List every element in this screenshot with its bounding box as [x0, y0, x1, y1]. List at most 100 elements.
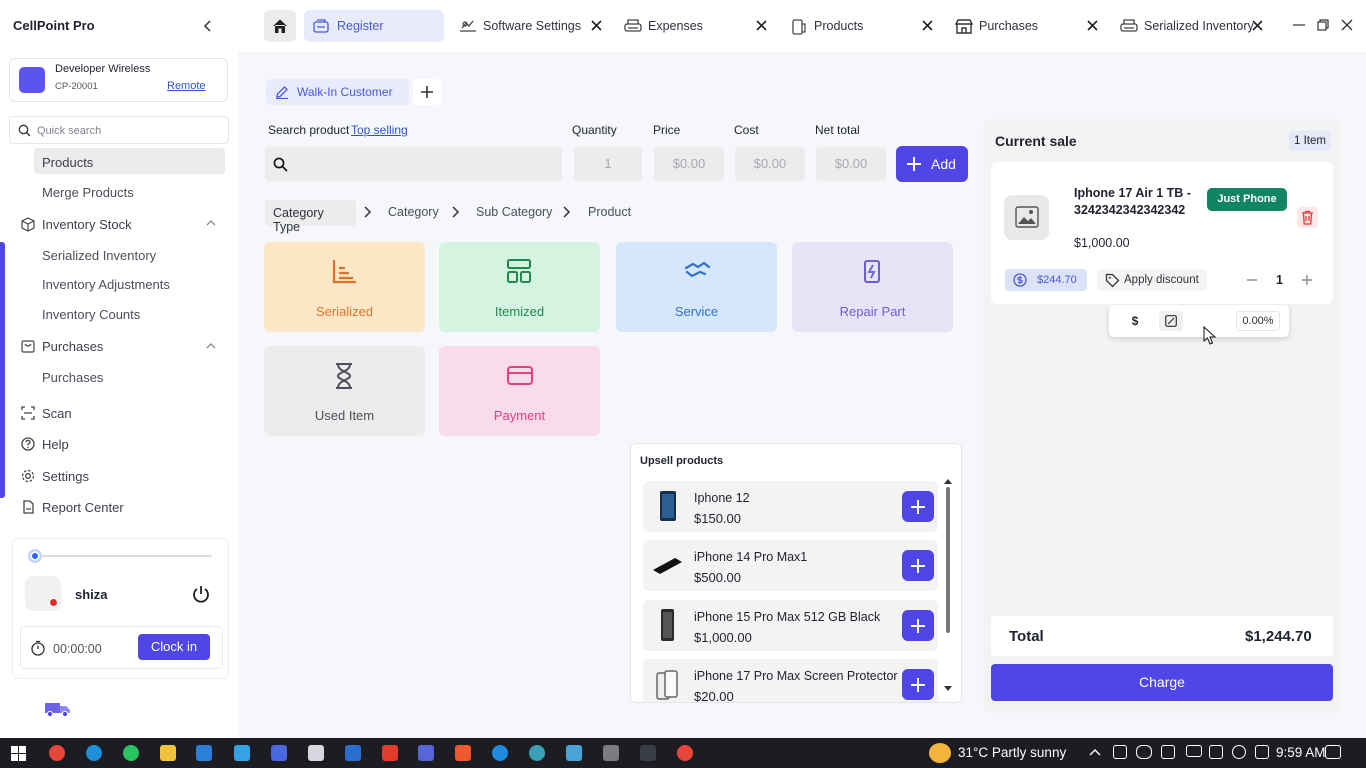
volume-icon[interactable] [1232, 745, 1246, 759]
scrollbar-thumb[interactable] [946, 487, 950, 633]
chevron-up-icon[interactable] [206, 342, 216, 350]
sidebar-group-inventory-stock[interactable]: Inventory Stock [20, 216, 220, 234]
close-icon[interactable] [922, 20, 933, 31]
teams-icon[interactable] [418, 745, 434, 761]
app-icon[interactable] [640, 745, 656, 761]
breadcrumb-product[interactable]: Product [588, 205, 631, 219]
sidebar-item-settings[interactable]: Settings [20, 468, 220, 486]
discount-percent-input[interactable]: 0.00% [1236, 311, 1280, 331]
remote-app-icon[interactable] [271, 745, 287, 761]
tray-icon[interactable] [1161, 745, 1175, 759]
file-explorer-icon[interactable] [160, 745, 176, 761]
add-upsell-button[interactable] [902, 550, 934, 581]
sidebar-item-report-center[interactable]: Report Center [20, 499, 220, 517]
scroll-up-icon[interactable] [944, 478, 952, 484]
tile-payment[interactable]: Payment [439, 346, 600, 436]
tile-serialized[interactable]: Serialized [264, 242, 425, 332]
home-button[interactable] [264, 10, 296, 42]
close-icon[interactable] [591, 20, 602, 31]
collapse-sidebar-icon[interactable] [200, 18, 216, 34]
add-button[interactable]: Add [896, 146, 968, 182]
clock-time[interactable]: 9:59 AM [1276, 745, 1326, 760]
list-item[interactable]: iPhone 15 Pro Max 512 GB Black $1,000.00 [643, 600, 938, 651]
app-icon[interactable] [382, 745, 398, 761]
close-icon[interactable] [756, 20, 767, 31]
weather-text[interactable]: 31°C Partly sunny [958, 745, 1066, 760]
brave-icon[interactable] [455, 745, 471, 761]
tab-register[interactable]: Register [304, 10, 444, 42]
chrome-icon[interactable] [677, 745, 693, 761]
tile-service[interactable]: Service [616, 242, 777, 332]
window-close-icon[interactable] [1341, 19, 1353, 31]
top-selling-link[interactable]: Top selling [351, 123, 408, 137]
product-search-input[interactable] [265, 147, 562, 181]
add-customer-button[interactable] [413, 79, 441, 105]
breadcrumb-category[interactable]: Category [388, 205, 439, 219]
whatsapp-icon[interactable] [123, 745, 139, 761]
power-icon[interactable] [191, 584, 211, 604]
sidebar-item-scan[interactable]: Scan [20, 405, 220, 423]
list-item[interactable]: Iphone 12 $150.00 [643, 481, 938, 532]
add-upsell-button[interactable] [902, 610, 934, 641]
scroll-down-icon[interactable] [944, 686, 952, 692]
tax-amount-badge[interactable]: $244.70 [1005, 269, 1087, 291]
chevron-up-icon[interactable] [206, 219, 216, 227]
breadcrumb-category-type[interactable]: Category Type [265, 200, 356, 234]
add-upsell-button[interactable] [902, 491, 934, 522]
dollar-discount-toggle[interactable]: $ [1122, 311, 1148, 331]
chrome-icon[interactable] [49, 745, 65, 761]
sidebar-item-merge-products[interactable]: Merge Products [34, 178, 225, 204]
tab-expenses[interactable]: Expenses [615, 10, 775, 42]
calculator-icon[interactable] [603, 745, 619, 761]
sidebar-item-purchases[interactable]: Purchases [34, 363, 225, 389]
edge-icon[interactable] [86, 745, 102, 761]
net-total-field[interactable]: $0.00 [816, 147, 886, 181]
close-icon[interactable] [1087, 20, 1098, 31]
minus-icon[interactable] [1244, 272, 1260, 288]
minimize-icon[interactable] [1293, 20, 1305, 30]
status-slider-knob[interactable] [28, 549, 42, 563]
breadcrumb-sub-category[interactable]: Sub Category [476, 205, 552, 219]
sidebar-item-inventory-adjustments[interactable]: Inventory Adjustments [34, 270, 225, 296]
delivery-truck-icon[interactable] [43, 699, 73, 719]
restore-icon[interactable] [1317, 19, 1329, 31]
list-item[interactable]: iPhone 17 Pro Max Screen Protector $20.0… [643, 659, 938, 702]
tile-used-item[interactable]: Used Item [264, 346, 425, 436]
tray-icon[interactable] [1113, 745, 1127, 759]
tab-serialized-inventory[interactable]: Serialized Inventory [1111, 10, 1271, 42]
battery-icon[interactable] [1186, 745, 1202, 757]
quantity-field[interactable]: 1 [574, 147, 642, 181]
add-upsell-button[interactable] [902, 669, 934, 700]
language-icon[interactable] [1255, 745, 1269, 759]
list-item[interactable]: iPhone 14 Pro Max1 $500.00 [643, 540, 938, 591]
sidebar-item-serialized-inventory[interactable]: Serialized Inventory [34, 241, 225, 267]
sidebar-group-purchases[interactable]: Purchases [20, 338, 220, 356]
tab-products[interactable]: Products [781, 10, 941, 42]
apply-discount-button[interactable]: Apply discount [1097, 269, 1207, 291]
quick-search-input[interactable]: Quick search [9, 116, 229, 144]
app-icon[interactable] [529, 745, 545, 761]
sidebar-item-products[interactable]: Products [34, 148, 225, 174]
clock-in-button[interactable]: Clock in [138, 634, 210, 660]
app-icon[interactable] [492, 745, 508, 761]
notepad-icon[interactable] [566, 745, 582, 761]
status-slider-track[interactable] [30, 555, 212, 557]
sidebar-item-inventory-counts[interactable]: Inventory Counts [34, 300, 225, 326]
item-type-badge[interactable]: Just Phone [1207, 188, 1287, 211]
percent-discount-toggle[interactable] [1159, 311, 1183, 331]
tile-itemized[interactable]: Itemized [439, 242, 600, 332]
snipping-tool-icon[interactable] [234, 745, 250, 761]
windows-start-icon[interactable] [11, 746, 26, 761]
tab-software-settings[interactable]: Software Settings [450, 10, 610, 42]
charge-button[interactable]: Charge [991, 664, 1333, 701]
tab-purchases[interactable]: Purchases [946, 10, 1106, 42]
notifications-icon[interactable] [1325, 745, 1341, 759]
customer-select[interactable]: Walk-In Customer [266, 79, 409, 105]
app-icon[interactable] [308, 745, 324, 761]
store-app-icon[interactable] [196, 745, 212, 761]
weather-icon[interactable] [929, 743, 951, 763]
close-icon[interactable] [1252, 20, 1263, 31]
cost-field[interactable]: $0.00 [735, 147, 805, 181]
app-icon[interactable] [345, 745, 361, 761]
plus-icon[interactable] [1299, 272, 1315, 288]
